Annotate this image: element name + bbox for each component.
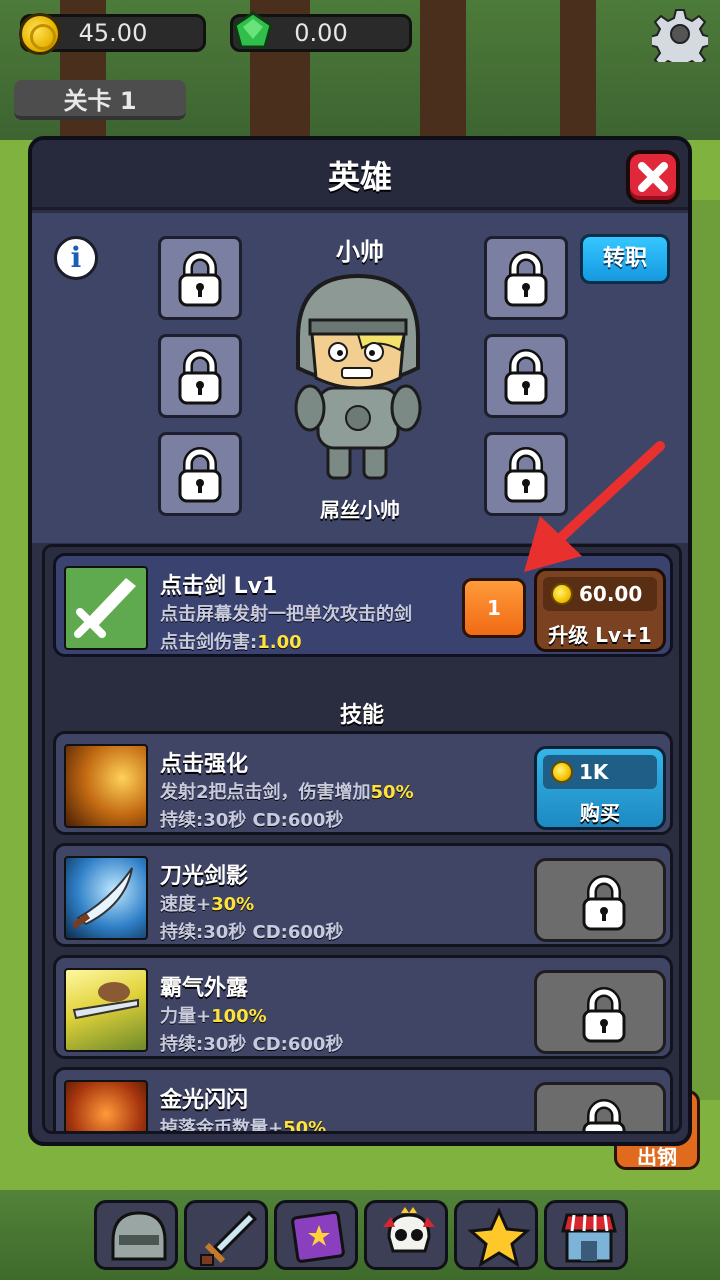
upgrade-price: 60.00 (579, 582, 643, 606)
lock-icon (582, 1099, 626, 1131)
skill-title: 霸气外露 (160, 976, 249, 1001)
panel-header: 英雄 (32, 140, 688, 210)
nav-weapon-button[interactable] (184, 1200, 268, 1270)
skill-effect: 力量+100% (160, 1002, 267, 1028)
knight-hero-avatar (294, 273, 422, 480)
skill-effect-text: 力量+ (160, 1006, 212, 1027)
skill-card: 金光闪闪 掉落金币数量+50% (53, 1067, 673, 1134)
spellbook-icon (291, 1210, 345, 1263)
upgrade-list: 点击剑 Lv1 点击屏幕发射一把单次攻击的剑 点击剑伤害:1.00 1 60.0… (42, 544, 682, 1134)
nav-boss-button[interactable] (364, 1200, 448, 1270)
skill-title: 刀光剑影 (160, 864, 249, 889)
weapon-description: 点击屏幕发射一把单次攻击的剑 (160, 604, 412, 625)
aura-skill-icon (64, 968, 148, 1052)
buy-price-box: 1K (543, 755, 657, 789)
star-icon (467, 1207, 531, 1268)
upgrade-label: 升级 Lv+1 (548, 623, 652, 647)
click-boost-skill-icon (64, 744, 148, 828)
nav-shop-button[interactable] (544, 1200, 628, 1270)
tree-trunk (560, 0, 596, 150)
locked-skill-button[interactable] (534, 1082, 666, 1131)
close-icon (638, 162, 668, 192)
sword-icon (200, 1210, 258, 1266)
equipment-slot-locked[interactable] (158, 334, 242, 418)
gem-value: 0.00 (294, 19, 348, 47)
tutorial-arrow-icon (524, 441, 665, 572)
lock-icon (178, 349, 222, 405)
upgrade-quantity-button[interactable]: 1 (462, 578, 526, 638)
weapon-damage-value: 1.00 (257, 632, 302, 653)
stage-label: 关卡 1 (14, 80, 186, 120)
upgrade-price-box: 60.00 (543, 577, 657, 611)
skill-effect: 速度+30% (160, 890, 254, 916)
skill-effect-value: 100% (211, 1006, 267, 1027)
skill-effect: 掉落金币数量+50% (160, 1114, 327, 1134)
shop-icon (561, 1213, 617, 1263)
transfer-button[interactable]: 转职 (580, 234, 670, 284)
gold-coin-icon (551, 583, 573, 605)
close-button[interactable] (626, 150, 680, 204)
gear-icon[interactable] (652, 6, 708, 62)
buy-price: 1K (579, 760, 609, 784)
skill-effect-value: 50% (283, 1118, 327, 1134)
skill-title: 点击强化 (160, 752, 249, 777)
lock-icon (582, 875, 626, 931)
equipment-slot-locked[interactable] (484, 334, 568, 418)
weapon-title: 点击剑 Lv1 (160, 574, 278, 599)
nav-star-button[interactable] (454, 1200, 538, 1270)
nav-hero-button[interactable] (94, 1200, 178, 1270)
skill-card: 点击强化 发射2把点击剑，伤害增加50% 持续:30秒 CD:600秒 1K 购… (53, 731, 673, 835)
gold-counter: 45.00 (19, 13, 206, 55)
skull-icon (383, 1207, 435, 1253)
skill-effect-text: 发射2把点击剑，伤害增加 (160, 782, 371, 803)
skill-duration: 持续:30秒 CD:600秒 (160, 922, 344, 943)
hero-panel: 英雄 i 小帅 屌丝小帅 转职 点击剑 Lv1 点击屏幕发射一把单次攻击的剑 点… (28, 136, 692, 1146)
skill-duration: 持续:30秒 CD:600秒 (160, 810, 344, 831)
buy-label: 购买 (580, 801, 620, 825)
upgrade-button[interactable]: 60.00 升级 Lv+1 (534, 568, 666, 652)
skill-effect-text: 掉落金币数量+ (160, 1118, 284, 1134)
skill-effect-value: 50% (370, 782, 414, 803)
skills-header: 技能 (339, 703, 384, 728)
skill-card: 霸气外露 力量+100% 持续:30秒 CD:600秒 (53, 955, 673, 1059)
gem-counter: 0.00 (230, 11, 412, 52)
gold-coin-icon (551, 761, 573, 783)
skill-card: 刀光剑影 速度+30% 持续:30秒 CD:600秒 (53, 843, 673, 947)
skill-effect-value: 30% (211, 894, 255, 915)
weapon-damage-label: 点击剑伤害: (160, 632, 258, 653)
weapon-damage: 点击剑伤害:1.00 (160, 628, 302, 654)
skill-effect-text: 速度+ (160, 894, 212, 915)
lock-icon (504, 349, 548, 405)
tree-trunk (420, 0, 466, 150)
locked-skill-button[interactable] (534, 858, 666, 942)
skill-title: 金光闪闪 (160, 1088, 249, 1113)
gold-value: 45.00 (78, 19, 148, 47)
gold-shine-skill-icon (64, 1080, 148, 1131)
panel-title: 英雄 (327, 158, 392, 196)
lock-icon (582, 987, 626, 1043)
knight-helmet-icon (111, 1211, 167, 1261)
sword-skill-icon (64, 566, 148, 650)
buy-skill-button[interactable]: 1K 购买 (534, 746, 666, 830)
blade-skill-icon (64, 856, 148, 940)
locked-skill-button[interactable] (534, 970, 666, 1054)
skill-duration: 持续:30秒 CD:600秒 (160, 1034, 344, 1055)
nav-book-button[interactable] (274, 1200, 358, 1270)
skill-effect: 发射2把点击剑，伤害增加50% (160, 778, 414, 804)
